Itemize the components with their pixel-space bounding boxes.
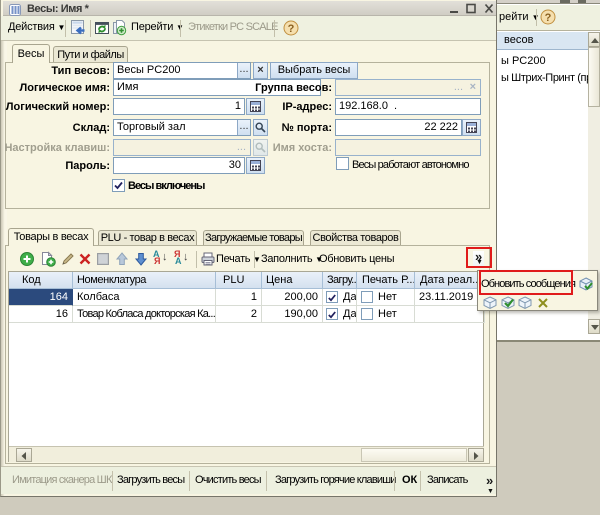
svg-text:?: ? — [288, 23, 295, 35]
svg-text:?: ? — [545, 12, 552, 24]
